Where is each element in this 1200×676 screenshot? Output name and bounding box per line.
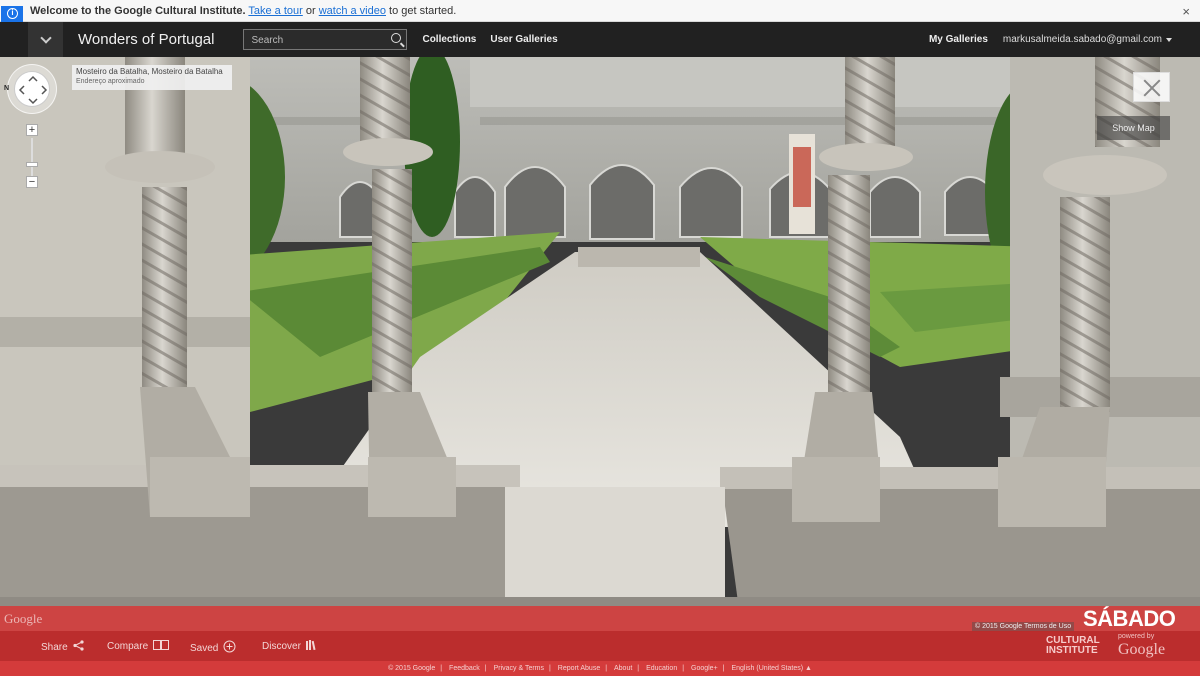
page-title: Wonders of Portugal — [78, 31, 215, 48]
my-galleries-link[interactable]: My Galleries — [929, 34, 988, 45]
nav-right: My Galleries markusalmeida.sabado@gmail.… — [929, 22, 1172, 57]
footer-feedback-link[interactable]: Feedback — [449, 665, 480, 672]
footer-language-select[interactable]: English (United States) ▲ — [731, 665, 811, 672]
close-viewer-button[interactable] — [1133, 72, 1170, 102]
search-input[interactable] — [244, 31, 385, 50]
location-subtitle: Endereço aproximado — [76, 78, 145, 85]
compare-label: Compare — [107, 641, 149, 652]
chevron-down-icon — [39, 31, 52, 44]
share-icon — [73, 640, 84, 654]
discover-label: Discover — [262, 641, 301, 652]
page-footer: © 2015 Google | Feedback | Privacy & Terms… — [0, 661, 1200, 676]
caret-down-icon — [1166, 37, 1172, 42]
location-title: Mosteiro da Batalha, Mosteiro da Batalha — [76, 67, 223, 76]
footer-about-link[interactable]: About — [614, 665, 632, 672]
powered-google-logo: Google — [1118, 641, 1166, 658]
menu-toggle-button[interactable] — [28, 22, 63, 57]
zoom-track[interactable] — [31, 138, 33, 176]
cultural-institute-logo[interactable]: CULTURAL INSTITUTE — [1046, 636, 1108, 656]
sabado-logo: SÁBADO — [1083, 606, 1176, 631]
welcome-tail: to get started. — [389, 4, 457, 17]
street-view-panorama[interactable] — [0, 57, 1200, 676]
compass-north-label: N — [4, 85, 10, 92]
user-galleries-link[interactable]: User Galleries — [490, 34, 557, 45]
collections-link[interactable]: Collections — [422, 34, 476, 45]
footer-google-plus-link[interactable]: Google+ — [691, 665, 718, 672]
account-menu[interactable]: markusalmeida.sabado@gmail.com — [1003, 34, 1172, 45]
close-welcome-icon[interactable]: × — [1182, 4, 1190, 19]
zoom-in-button[interactable]: + — [26, 124, 38, 136]
account-email: markusalmeida.sabado@gmail.com — [1002, 34, 1162, 45]
zoom-handle[interactable] — [26, 162, 38, 167]
books-icon — [305, 640, 317, 653]
compare-button[interactable]: Compare — [107, 640, 170, 653]
zoom-out-button[interactable]: − — [26, 176, 38, 188]
welcome-or: or — [305, 4, 316, 17]
top-nav: Wonders of Portugal Collections User Gal… — [0, 22, 1200, 57]
share-label: Share — [41, 641, 68, 653]
footer-report-abuse-link[interactable]: Report Abuse — [558, 665, 600, 672]
bottom-toolbar: Share Compare Saved Discover — [0, 631, 1200, 661]
discover-button[interactable]: Discover — [262, 640, 317, 653]
location-card: Mosteiro da Batalha, Mosteiro da Batalha… — [72, 65, 232, 90]
footer-education-link[interactable]: Education — [646, 665, 677, 672]
saved-label: Saved — [190, 642, 219, 654]
share-button[interactable]: Share — [41, 640, 84, 654]
pan-control[interactable]: N — [4, 64, 57, 114]
powered-by-label: powered by — [1118, 633, 1155, 640]
footer-privacy-link[interactable]: Privacy & Terms — [494, 665, 544, 672]
powered-by-google: powered by Google — [1118, 633, 1178, 659]
search-icon[interactable] — [391, 33, 402, 43]
welcome-message: Welcome to the Google Cultural Institute… — [30, 5, 456, 17]
take-tour-link[interactable]: Take a tour — [248, 5, 302, 17]
panorama-image — [0, 57, 1200, 676]
pan-arrows-icon — [18, 75, 48, 105]
google-watermark: Google — [4, 611, 43, 626]
compare-icon — [153, 640, 170, 653]
zoom-control: + − — [24, 124, 40, 192]
welcome-lead: Welcome to the Google Cultural Institute… — [30, 4, 246, 17]
show-map-button[interactable]: Show Map — [1097, 116, 1170, 140]
pan-pad[interactable] — [14, 71, 50, 107]
search-box — [243, 29, 408, 50]
saved-button[interactable]: Saved — [190, 640, 236, 656]
watch-video-link[interactable]: watch a video — [319, 5, 386, 17]
plus-circle-icon — [223, 640, 236, 656]
footer-copyright: © 2015 Google — [388, 665, 436, 672]
welcome-bar: i Welcome to the Google Cultural Institu… — [0, 0, 1200, 34]
